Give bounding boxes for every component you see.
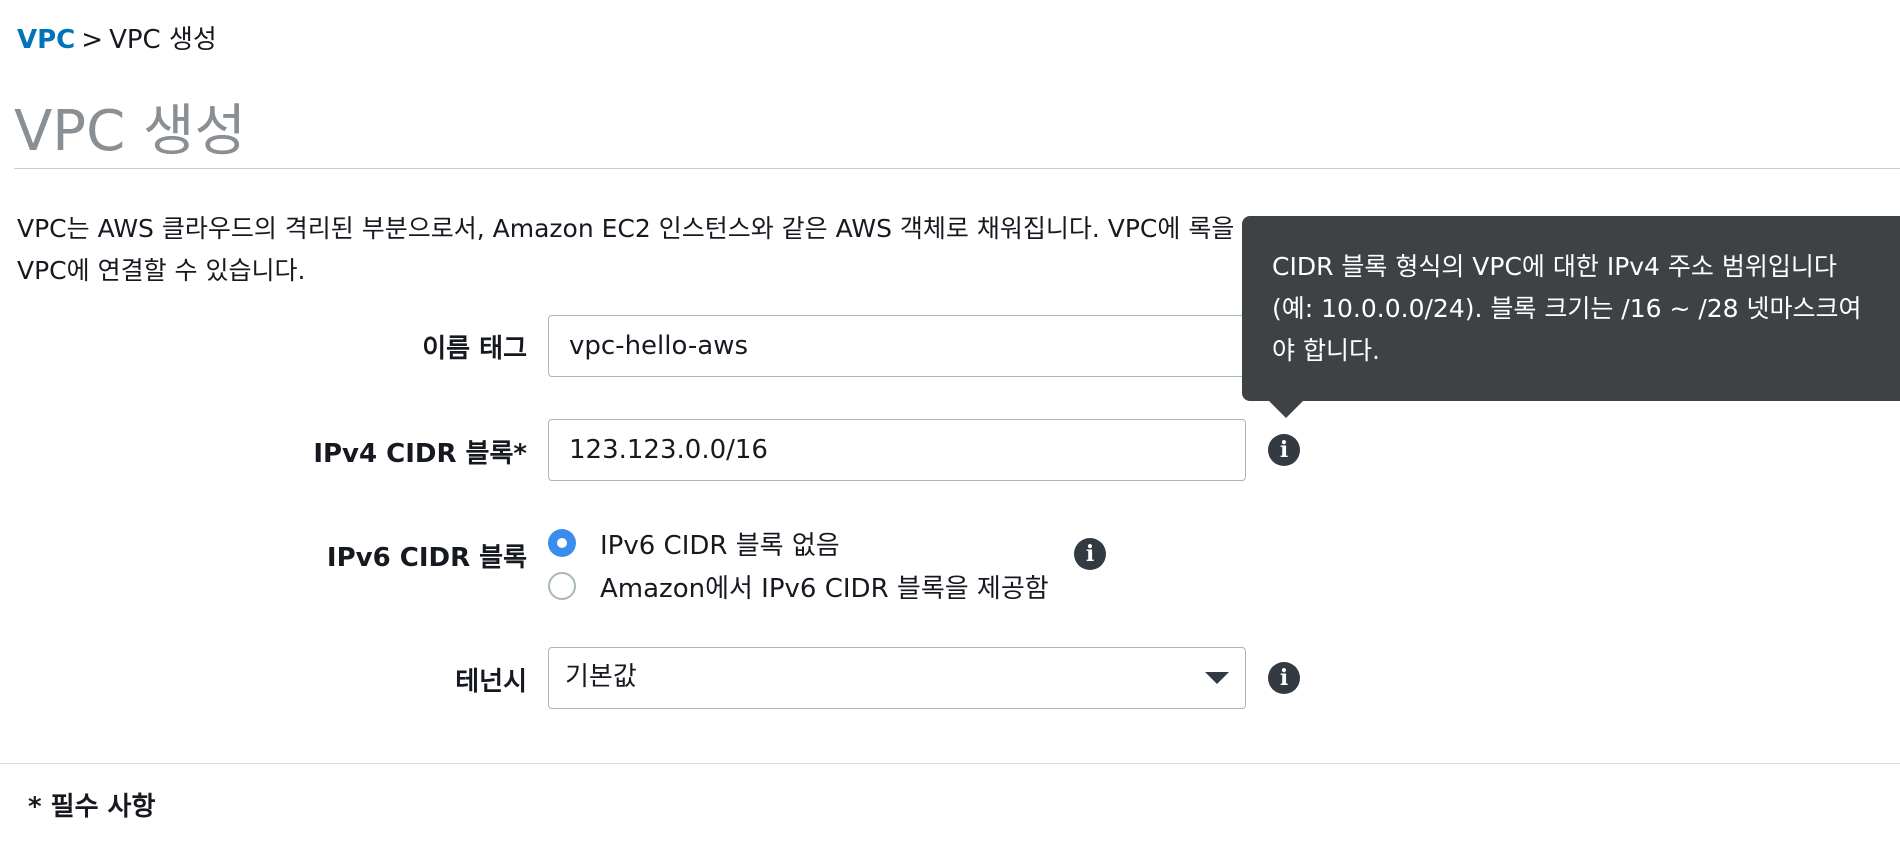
ipv4-cidr-label: IPv4 CIDR 블록* bbox=[313, 439, 527, 469]
footer-divider bbox=[0, 763, 1900, 764]
ipv6-none-radio[interactable] bbox=[548, 529, 576, 557]
ipv6-option-amazon[interactable]: Amazon에서 IPv6 CIDR 블록을 제공함 bbox=[548, 566, 1049, 606]
tenancy-info-icon[interactable]: i bbox=[1268, 662, 1300, 694]
ipv4-cidr-input[interactable] bbox=[548, 419, 1246, 481]
tenancy-label: 테넌시 bbox=[455, 667, 527, 697]
page-title: VPC 생성 bbox=[14, 99, 247, 164]
tenancy-selected-value: 기본값 bbox=[565, 662, 637, 692]
ipv6-amazon-radio[interactable] bbox=[548, 572, 576, 600]
tooltip-arrow bbox=[1268, 400, 1304, 418]
create-vpc-page: VPC > VPC 생성 VPC 생성 VPC는 AWS 클라우드의 격리된 부분으… bbox=[0, 0, 1900, 866]
required-note: * 필수 사항 bbox=[28, 792, 156, 822]
breadcrumb-vpc-link[interactable]: VPC bbox=[17, 25, 75, 55]
name-tag-input[interactable] bbox=[548, 315, 1246, 377]
chevron-down-icon bbox=[1205, 672, 1229, 684]
breadcrumb-separator: > bbox=[81, 25, 104, 55]
ipv6-cidr-label: IPv6 CIDR 블록 bbox=[326, 543, 527, 573]
title-divider bbox=[14, 168, 1900, 169]
breadcrumb-current: VPC 생성 bbox=[109, 25, 217, 55]
tenancy-select[interactable]: 기본값 bbox=[548, 647, 1246, 709]
ipv4-cidr-tooltip: CIDR 블록 형식의 VPC에 대한 IPv4 주소 범위입니다 (예: 10… bbox=[1242, 216, 1900, 401]
ipv6-option-none[interactable]: IPv6 CIDR 블록 없음 bbox=[548, 523, 840, 563]
ipv6-amazon-label: Amazon에서 IPv6 CIDR 블록을 제공함 bbox=[600, 573, 1049, 604]
name-tag-label: 이름 태그 bbox=[422, 334, 527, 364]
ipv6-cidr-info-icon[interactable]: i bbox=[1074, 538, 1106, 570]
ipv4-cidr-info-icon[interactable]: i bbox=[1268, 434, 1300, 466]
page-description: VPC는 AWS 클라우드의 격리된 부분으로서, Amazon EC2 인스턴… bbox=[17, 214, 1235, 285]
breadcrumb: VPC > VPC 생성 bbox=[17, 22, 217, 58]
ipv6-none-label: IPv6 CIDR 블록 없음 bbox=[600, 530, 840, 561]
